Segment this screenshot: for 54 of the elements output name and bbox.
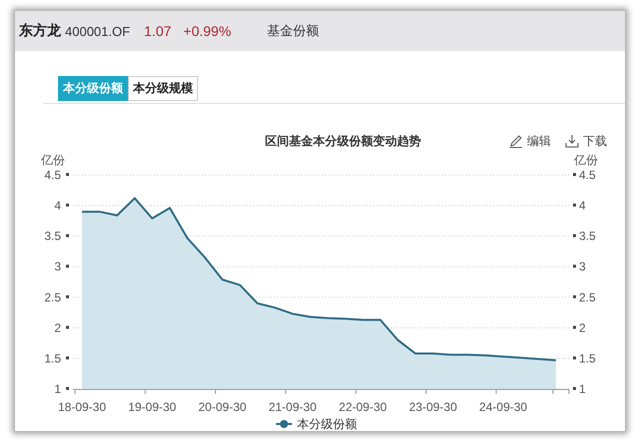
tab[interactable]: 本分级规模 xyxy=(128,76,198,101)
download-icon xyxy=(565,134,579,148)
pencil-icon xyxy=(509,134,523,148)
tick-mark xyxy=(573,326,576,329)
y-tick-label: 2.5 xyxy=(579,290,596,304)
y-tick-label: 1.5 xyxy=(579,351,596,366)
x-tick-label: 24-09-30 xyxy=(479,400,528,414)
edit-button[interactable]: 编辑 xyxy=(509,132,551,150)
tick-mark xyxy=(66,356,69,360)
y-tick-label: 4.5 xyxy=(44,168,61,182)
fund-name: 东方龙 xyxy=(19,22,61,40)
tick-mark xyxy=(573,234,576,238)
tick-mark xyxy=(66,234,69,238)
fund-code: 400001.OF xyxy=(65,24,130,38)
tick-mark xyxy=(573,295,576,298)
tick-mark xyxy=(66,295,69,298)
y-tick-label: 1.5 xyxy=(44,351,61,366)
tick-mark xyxy=(66,326,69,329)
tick-mark xyxy=(573,173,576,176)
chart-title: 区间基金本分级份额变动趋势 xyxy=(265,132,421,150)
y-tick-label: 4 xyxy=(54,198,61,213)
y-tick-label: 1 xyxy=(579,382,586,396)
tick-mark xyxy=(573,387,576,390)
y-tick-label: 1 xyxy=(54,382,61,396)
x-tick-label: 20-09-30 xyxy=(198,400,246,414)
price: 1.07 xyxy=(144,23,172,39)
x-tick-label: 18-09-30 xyxy=(58,400,106,414)
x-tick-label: 19-09-30 xyxy=(128,400,176,414)
y-tick-label: 2 xyxy=(54,320,61,335)
tick-mark xyxy=(66,387,69,390)
y-tick-label: 3 xyxy=(54,260,61,274)
x-tick-label: 23-09-30 xyxy=(408,400,458,414)
legend-marker-icon xyxy=(276,420,292,428)
price-change: +0.99% xyxy=(183,23,232,39)
y-tick-label: 4.5 xyxy=(579,168,596,182)
tick-mark xyxy=(573,204,576,207)
y-tick-label: 2 xyxy=(579,320,586,335)
download-button[interactable]: 下载 xyxy=(565,132,607,150)
tick-mark xyxy=(66,173,69,176)
y-axis-unit: 亿份 xyxy=(41,153,65,167)
y-tick-label: 2.5 xyxy=(44,290,61,304)
x-tick-label: 21-09-30 xyxy=(268,400,317,414)
tick-mark xyxy=(573,356,576,360)
legend-label: 本分级份额 xyxy=(297,417,357,431)
tick-mark xyxy=(573,264,576,268)
y-axis-unit: 亿份 xyxy=(574,153,598,167)
y-tick-label: 3 xyxy=(579,260,586,274)
tick-mark xyxy=(66,204,69,207)
y-tick-label: 3.5 xyxy=(579,229,596,244)
section-title: 基金份额 xyxy=(267,23,320,40)
y-tick-label: 3.5 xyxy=(44,229,61,244)
y-tick-label: 4 xyxy=(579,198,586,213)
x-tick-label: 22-09-30 xyxy=(338,400,387,414)
tick-mark xyxy=(66,264,69,268)
